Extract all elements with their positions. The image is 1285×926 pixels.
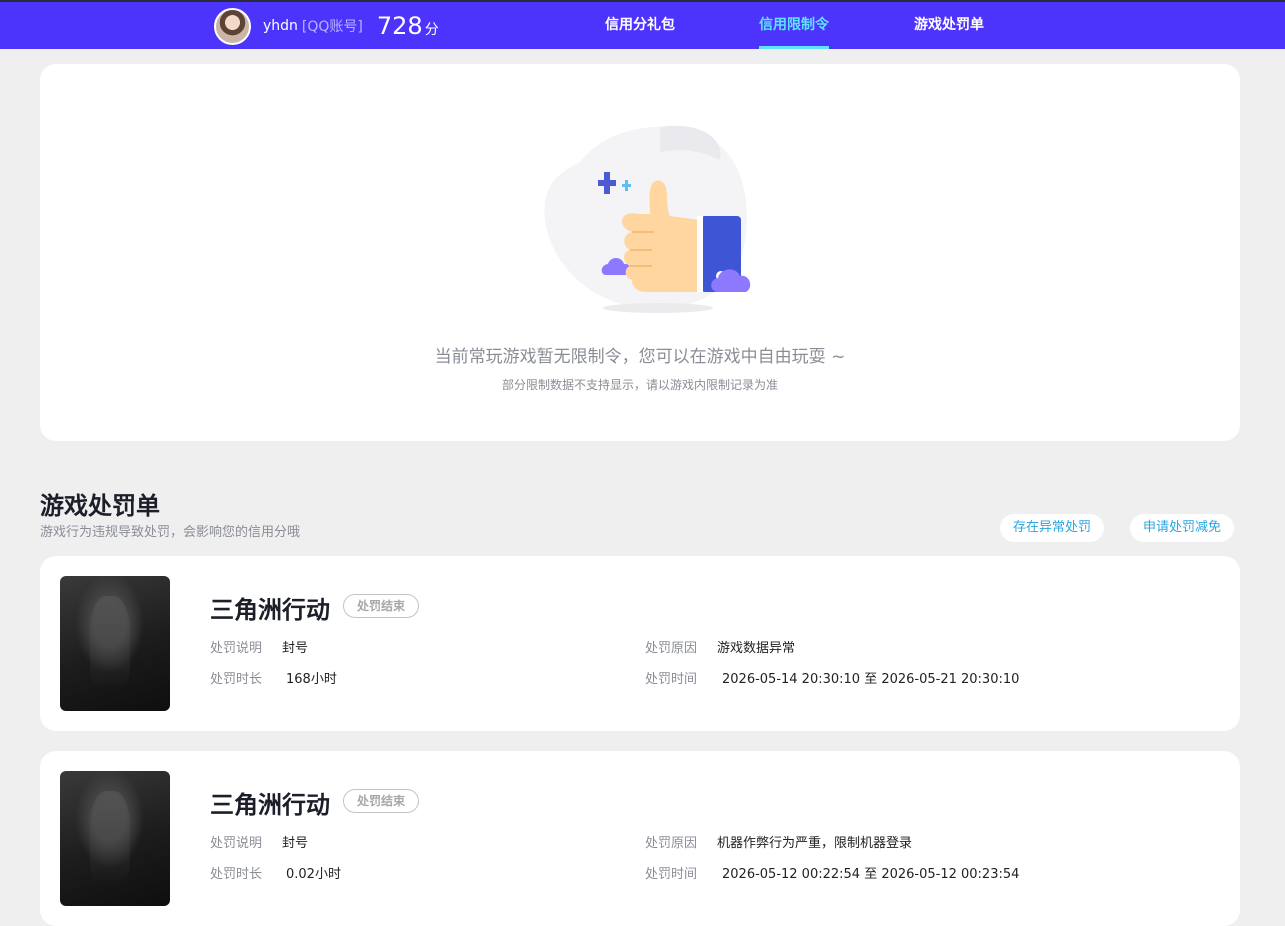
thumbs-up-icon xyxy=(544,125,751,313)
status-badge: 处罚结束 xyxy=(343,789,420,813)
penalty-duration-label: 处罚时长 xyxy=(210,672,263,687)
credit-score: 728 xyxy=(376,12,423,40)
appeal-penalty-button[interactable]: 申请处罚减免 xyxy=(1130,514,1235,542)
abnormal-penalty-button[interactable]: 存在异常处罚 xyxy=(1000,514,1105,542)
account-type: [QQ账号] xyxy=(301,19,363,35)
penalty-description-label: 处罚说明 xyxy=(210,641,263,656)
empty-state-subtitle: 部分限制数据不支持显示，请以游戏内限制记录为准 xyxy=(501,378,778,392)
tab-game-penalty[interactable]: 游戏处罚单 xyxy=(914,2,984,49)
penalty-duration-label: 处罚时长 xyxy=(210,867,263,882)
penalty-reason-label: 处罚原因 xyxy=(645,836,698,851)
game-cover-image xyxy=(60,771,170,906)
empty-state-title: 当前常玩游戏暂无限制令，您可以在游戏中自由玩耍 ~ xyxy=(434,347,846,367)
penalty-duration-value: 0.02小时 xyxy=(286,867,341,882)
penalty-reason-value: 机器作弊行为严重，限制机器登录 xyxy=(717,836,913,851)
penalty-section-title: 游戏处罚单 xyxy=(40,492,160,520)
user-info: yhdn [QQ账号] 728 分 xyxy=(214,7,439,45)
penalty-duration-value: 168小时 xyxy=(286,672,337,687)
penalty-time-value: 2026-05-14 20:30:10 至 2026-05-21 20:30:1… xyxy=(722,672,1020,687)
penalty-card[interactable]: 三角洲行动 处罚结束 处罚说明 封号 处罚时长 168小时 处罚原因 游戏数据异… xyxy=(40,556,1240,731)
game-cover-image xyxy=(60,576,170,711)
status-badge: 处罚结束 xyxy=(343,594,420,618)
penalty-reason-label: 处罚原因 xyxy=(645,641,698,656)
username: yhdn xyxy=(263,18,298,34)
penalty-description-label: 处罚说明 xyxy=(210,836,263,851)
game-name: 三角洲行动 xyxy=(210,596,330,624)
penalty-reason-value: 游戏数据异常 xyxy=(717,641,796,656)
penalty-time-label: 处罚时间 xyxy=(645,672,698,687)
top-nav-bar: yhdn [QQ账号] 728 分 信用分礼包 信用限制令 游戏处罚单 xyxy=(0,0,1285,49)
restriction-empty-card: 当前常玩游戏暂无限制令，您可以在游戏中自由玩耍 ~ 部分限制数据不支持显示，请以… xyxy=(40,64,1240,441)
tab-credit-restriction[interactable]: 信用限制令 xyxy=(759,2,829,49)
penalty-card[interactable]: 三角洲行动 处罚结束 处罚说明 封号 处罚时长 0.02小时 处罚原因 机器作弊… xyxy=(40,751,1240,926)
credit-score-unit: 分 xyxy=(424,22,439,38)
penalty-section-subtitle: 游戏行为违规导致处罚，会影响您的信用分哦 xyxy=(40,525,301,540)
penalty-time-value: 2026-05-12 00:22:54 至 2026-05-12 00:23:5… xyxy=(722,867,1020,882)
penalty-time-label: 处罚时间 xyxy=(645,867,698,882)
penalty-description-value: 封号 xyxy=(282,836,309,851)
penalty-description-value: 封号 xyxy=(282,641,309,656)
avatar[interactable] xyxy=(214,7,251,45)
game-name: 三角洲行动 xyxy=(210,791,330,819)
tab-credit-gift[interactable]: 信用分礼包 xyxy=(605,2,675,49)
